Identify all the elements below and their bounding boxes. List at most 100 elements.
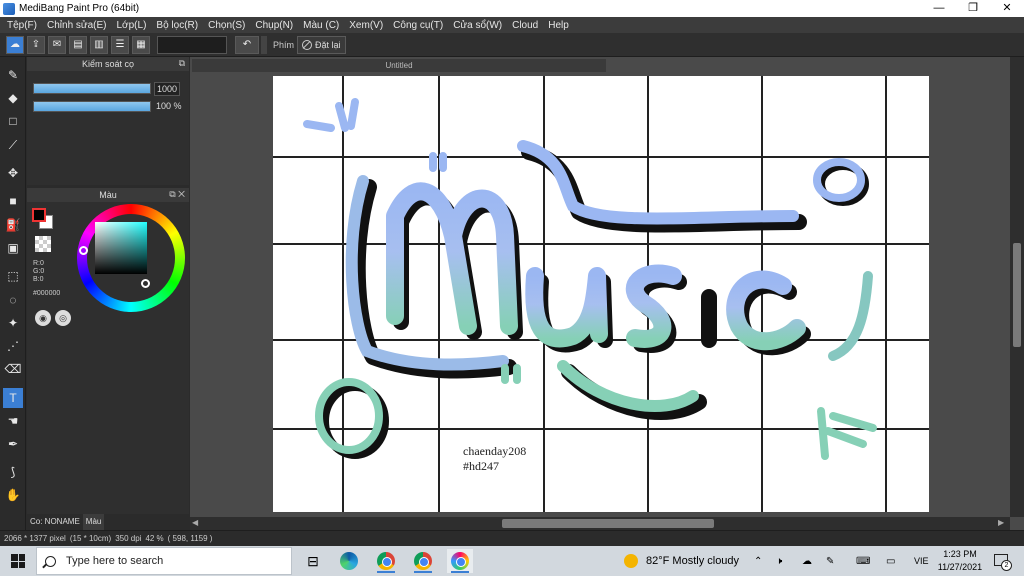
saturation-value-square[interactable] (95, 222, 147, 274)
tab-color[interactable]: Màu (82, 514, 105, 530)
bucket-tool-icon[interactable]: ⛽ (3, 215, 23, 235)
panel-float-icon[interactable]: ⧉ (179, 58, 185, 69)
menu-color[interactable]: Màu (C) (303, 20, 339, 31)
horizontal-scrollbar[interactable]: ◀ ▶ (190, 517, 1010, 530)
eyedropper-tool-icon[interactable]: ✒ (3, 434, 23, 454)
language-indicator[interactable]: VIE (914, 546, 929, 576)
window-title: MediBang Paint Pro (64bit) (19, 3, 140, 14)
medibang-app-icon[interactable] (447, 549, 473, 573)
menu-filter[interactable]: Bộ lọc(R) (156, 20, 198, 31)
brush-panel-title: Kiểm soát cọ (81, 59, 135, 69)
resolution: 350 dpi (115, 534, 142, 543)
physical-size: (15 * 10cm) (69, 534, 112, 543)
operation-tool-icon[interactable]: ☚ (3, 411, 23, 431)
hue-marker[interactable] (79, 246, 88, 255)
scroll-left-icon[interactable]: ◀ (192, 518, 198, 527)
color-wheel[interactable] (77, 204, 185, 312)
drawing-canvas[interactable]: chaenday208 #hd247 (273, 76, 929, 512)
comment-icon[interactable]: ✉ (48, 35, 66, 54)
transparent-swatch[interactable] (35, 236, 51, 252)
windows-icon (11, 554, 25, 568)
document-icon[interactable]: ▥ (90, 35, 108, 54)
canvas-area: Untitled chaenday208 #hd247 ◀ ▶ (190, 57, 1024, 530)
panel-tabs: Co: NONAME Màu (27, 514, 189, 530)
menu-tools[interactable]: Công cụ(T) (393, 20, 443, 31)
vertical-scroll-thumb[interactable] (1013, 243, 1021, 347)
select-eraser-icon[interactable]: ⌫ (3, 359, 23, 379)
show-hidden-icons[interactable]: ⌃ (754, 546, 762, 576)
credit-line-2: #hd247 (463, 459, 499, 473)
gradient-tool-icon[interactable]: ▣ (3, 238, 23, 258)
maximize-button[interactable]: ❐ (956, 0, 990, 17)
keyboard-icon[interactable]: ⌨ (856, 546, 870, 576)
speaker-muted-icon[interactable]: 🕨 (776, 546, 782, 576)
chrome-icon[interactable] (373, 549, 399, 573)
task-view-icon[interactable]: ⊟ (300, 549, 326, 573)
edge-browser-icon[interactable] (336, 549, 362, 573)
clock[interactable]: 1:23 PM 11/27/2021 (930, 548, 990, 574)
menu-snap[interactable]: Chụp(N) (255, 20, 293, 31)
minimize-button[interactable]: — (922, 0, 956, 17)
pen-icon[interactable]: ✎ (826, 546, 834, 576)
color-panel-title: Màu (99, 190, 117, 200)
horizontal-scroll-thumb[interactable] (502, 519, 714, 528)
document-tab[interactable]: Untitled (192, 59, 606, 72)
upload-icon[interactable]: ⇪ (27, 35, 45, 54)
window-controls: — ❐ ✕ (922, 0, 1024, 17)
sv-marker[interactable] (141, 279, 150, 288)
panel-float-icon[interactable]: ⧉ ✕ (169, 189, 185, 200)
toolbar-separator (261, 35, 267, 54)
menu-layer[interactable]: Lớp(L) (117, 20, 147, 31)
menu-select[interactable]: Chọn(S) (208, 20, 245, 31)
chat-icon[interactable]: ▤ (69, 35, 87, 54)
brush-size-value[interactable]: 1000 (154, 82, 181, 96)
dot-brush-icon[interactable]: ⟋ (3, 135, 23, 155)
tool-palette: ✎ ◆ □ ⟋ ✥ ■ ⛽ ▣ ⬚ ◌ ✦ ⋰ ⌫ T ☚ ✒ ⟆ ✋ (0, 57, 26, 530)
undo-icon[interactable]: ↶ (235, 35, 259, 54)
menu-window[interactable]: Cửa sổ(W) (453, 20, 502, 31)
menu-view[interactable]: Xem(V) (349, 20, 383, 31)
blue-value: B:0 (33, 276, 44, 283)
close-button[interactable]: ✕ (990, 0, 1024, 17)
brush-tool-icon[interactable]: ✎ (3, 65, 23, 85)
palette-icon[interactable]: ◉ (35, 310, 51, 326)
menu-file[interactable]: Tệp(F) (7, 20, 37, 31)
hand-tool-icon[interactable]: ✋ (3, 485, 23, 505)
chrome-profile-icon[interactable] (410, 549, 436, 573)
eraser-tool-icon[interactable]: ◆ (3, 88, 23, 108)
clock-date: 11/27/2021 (937, 562, 983, 572)
display-icon[interactable]: ▭ (886, 546, 895, 576)
tab-brush[interactable]: Co: NONAME (27, 514, 83, 530)
toolbar-field[interactable] (157, 35, 227, 54)
primary-color-swatch[interactable] (32, 208, 46, 222)
onedrive-icon[interactable]: ☁ (802, 546, 812, 576)
move-tool-icon[interactable]: ✥ (3, 163, 23, 183)
menu-edit[interactable]: Chỉnh sửa(E) (47, 20, 107, 31)
magic-wand-icon[interactable]: ✦ (3, 313, 23, 333)
pipette-icon[interactable]: ⟆ (3, 462, 23, 482)
shortcut-label: Phím (273, 39, 295, 50)
fill-rect-tool-icon[interactable]: ■ (3, 191, 23, 211)
color-panel-header: Màu ⧉ ✕ (27, 188, 189, 202)
list-icon[interactable]: ☰ (111, 35, 129, 54)
reset-button[interactable]: Đặt lại (297, 35, 346, 54)
grid-icon[interactable]: ▦ (132, 35, 150, 54)
menu-cloud[interactable]: Cloud (512, 20, 538, 31)
brush-opacity-row: 100 % (27, 97, 189, 115)
weather-widget[interactable]: 82°F Mostly cloudy (624, 546, 739, 576)
brush-opacity-slider[interactable] (33, 101, 151, 112)
reset-icon (302, 39, 313, 50)
select-pen-icon[interactable]: ⋰ (3, 336, 23, 356)
palette-settings-icon[interactable]: ◎ (55, 310, 71, 326)
taskbar-search[interactable]: Type here to search (36, 547, 292, 575)
vertical-scrollbar[interactable] (1010, 57, 1024, 517)
lasso-tool-icon[interactable]: ◌ (3, 290, 23, 310)
select-rect-tool-icon[interactable]: ⬚ (3, 266, 23, 286)
text-tool-icon[interactable]: T (3, 388, 23, 408)
menu-help[interactable]: Help (548, 20, 569, 31)
brush-size-slider[interactable] (33, 83, 151, 94)
scroll-right-icon[interactable]: ▶ (998, 518, 1004, 527)
start-button[interactable] (0, 546, 36, 576)
rectangle-tool-icon[interactable]: □ (3, 111, 23, 131)
cloud-icon[interactable]: ☁ (6, 35, 24, 54)
